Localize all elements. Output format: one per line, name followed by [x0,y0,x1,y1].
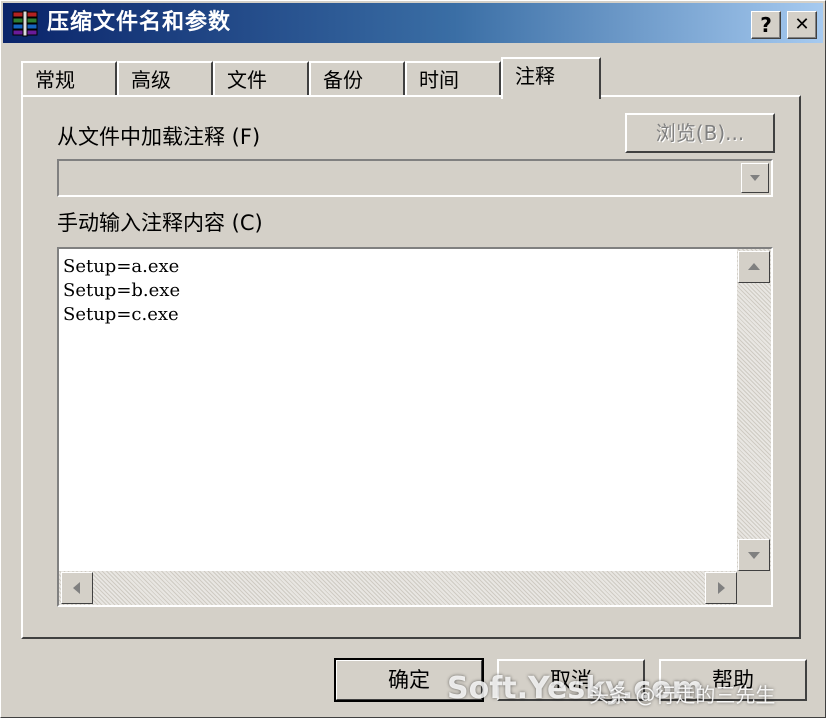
window-title: 压缩文件名和参数 [47,10,232,35]
triangle-right-icon [718,582,725,594]
triangle-up-icon [748,263,760,270]
vertical-scrollbar[interactable] [737,249,771,571]
comment-textarea[interactable]: Setup=a.exe Setup=b.exe Setup=c.exe [57,247,773,607]
comment-line: Setup=c.exe [63,304,179,325]
comment-file-combo[interactable] [57,159,773,197]
tab-comment[interactable]: 注释 [501,57,601,99]
tab-time[interactable]: 时间 [405,61,501,95]
triangle-left-icon [73,582,80,594]
tab-general[interactable]: 常规 [21,61,117,95]
comment-line: Setup=b.exe [63,280,181,301]
horizontal-scrollbar[interactable] [59,571,737,605]
scroll-up-button[interactable] [738,251,770,283]
watermark-credit: 头条 @行走的三先生 [589,683,776,707]
help-caption-button[interactable]: ? [751,11,781,39]
close-button[interactable]: ✕ [787,11,817,39]
tab-files[interactable]: 文件 [213,61,309,95]
scroll-right-button[interactable] [705,572,737,604]
comment-line: Setup=a.exe [63,256,180,277]
tab-backup[interactable]: 备份 [309,61,405,95]
scroll-left-button[interactable] [61,572,93,604]
scrollbar-corner [737,571,771,605]
dialog-window: 压缩文件名和参数 ? ✕ 常规 高级 文件 备份 时间 注释 从文件中加载注释 … [0,0,826,718]
tab-advanced[interactable]: 高级 [117,61,213,95]
manual-comment-label: 手动输入注释内容 (C) [57,211,263,235]
combo-dropdown-button[interactable] [741,163,769,193]
archive-books-icon [12,10,38,37]
triangle-down-icon [750,175,760,181]
scroll-down-button[interactable] [738,539,770,571]
triangle-down-icon [748,552,760,559]
browse-button[interactable]: 浏览(B)... [625,113,775,153]
load-from-file-label: 从文件中加载注释 (F) [57,125,261,149]
title-bar[interactable]: 压缩文件名和参数 ? ✕ [3,3,823,43]
